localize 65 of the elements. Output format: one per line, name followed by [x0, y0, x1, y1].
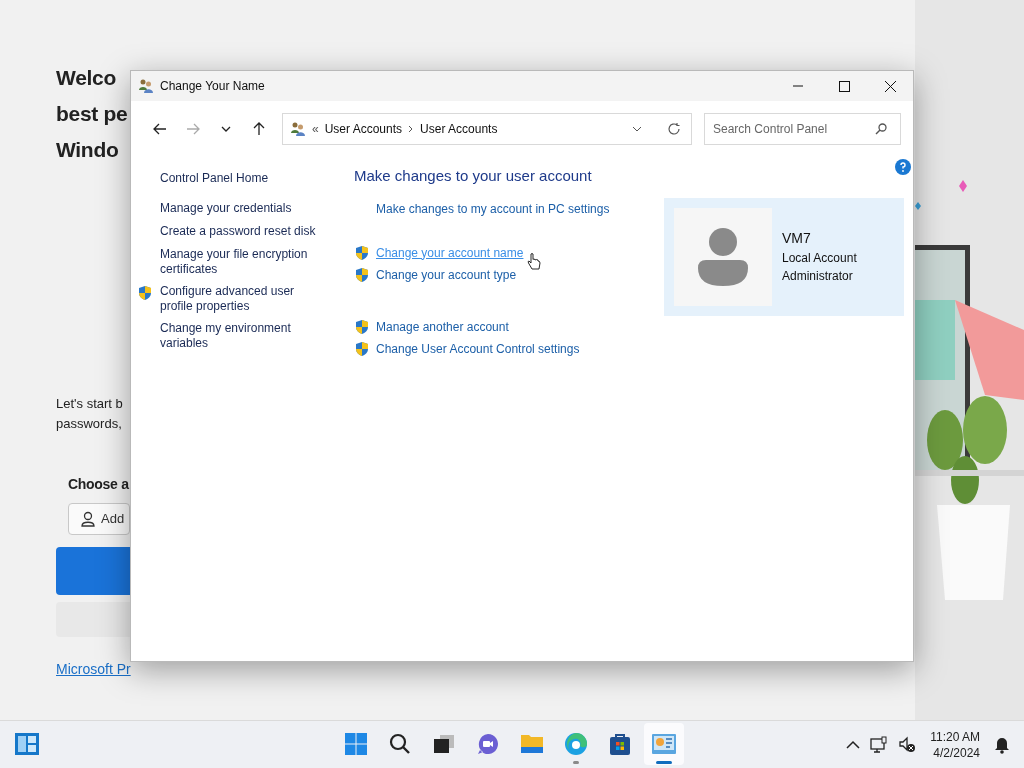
close-icon	[884, 80, 896, 92]
folder-icon	[520, 733, 544, 755]
side-link[interactable]: Change my environment variables	[160, 321, 320, 351]
side-link[interactable]: Configure advanced user profile properties	[160, 284, 320, 314]
forward-arrow-icon	[184, 121, 201, 137]
side-link[interactable]: Manage your file encryption certificates	[160, 247, 320, 277]
shield-icon	[354, 266, 370, 283]
users-icon	[290, 121, 306, 137]
refresh-icon[interactable]	[667, 122, 681, 136]
hand-cursor-icon	[527, 253, 541, 271]
help-icon[interactable]	[895, 159, 911, 175]
breadcrumb-item[interactable]: User Accounts	[420, 120, 498, 138]
side-link[interactable]: Manage your credentials	[160, 201, 320, 216]
task-view-icon	[433, 734, 455, 754]
breadcrumb-item[interactable]: User Accounts	[324, 120, 403, 138]
chat-icon	[477, 733, 499, 755]
task-link[interactable]: Change your account name	[376, 243, 524, 262]
search-icon	[875, 123, 887, 135]
task-link[interactable]: Change User Account Control settings	[376, 339, 580, 358]
account-type: Local Account	[782, 250, 857, 267]
running-indicator	[573, 761, 579, 764]
windows-logo-icon	[344, 732, 368, 756]
intro-text: passwords,	[56, 415, 122, 433]
widgets-icon[interactable]	[14, 732, 40, 756]
control-panel-icon	[651, 733, 677, 755]
users-icon	[138, 78, 154, 94]
notification-bell-icon[interactable]	[994, 735, 1010, 754]
page-heading: Welco	[56, 65, 116, 91]
address-bar[interactable]: « User Accounts User Accounts	[282, 113, 692, 145]
clock-time[interactable]: 11:20 AM	[930, 728, 980, 745]
page-heading: Windo	[56, 137, 119, 163]
side-link[interactable]: Create a password reset disk	[160, 224, 320, 239]
chevron-up-icon[interactable]	[846, 739, 861, 750]
minimize-icon	[793, 85, 803, 87]
task-link[interactable]: Make changes to my account in PC settings	[376, 199, 610, 218]
account-name: VM7	[782, 229, 812, 248]
privacy-link[interactable]: Microsoft Pr	[56, 659, 131, 680]
network-icon[interactable]	[870, 735, 889, 754]
volume-muted-icon[interactable]	[898, 735, 917, 754]
search-field[interactable]: Search Control Panel	[704, 113, 901, 145]
person-silhouette-icon	[698, 227, 748, 286]
browser-icon	[564, 732, 588, 756]
breadcrumb-overflow[interactable]: «	[312, 120, 319, 138]
shield-icon	[137, 285, 153, 301]
intro-text: Let's start b	[56, 395, 123, 413]
shield-icon	[354, 340, 370, 357]
add-profile-button[interactable]: Add	[68, 503, 130, 535]
account-role: Administrator	[782, 268, 854, 285]
task-link[interactable]: Change your account type	[376, 265, 517, 284]
person-icon	[81, 511, 95, 527]
maximize-icon	[838, 80, 850, 92]
clock-date[interactable]: 4/2/2024	[933, 744, 980, 761]
breadcrumb-separator-icon	[408, 125, 415, 133]
window-title: Change Your Name	[160, 78, 265, 95]
side-link[interactable]: Control Panel Home	[160, 171, 320, 186]
back-arrow-icon	[151, 121, 168, 137]
shield-icon	[354, 244, 370, 261]
page-heading: best pe	[56, 101, 128, 127]
task-link[interactable]: Manage another account	[376, 317, 509, 336]
shield-icon	[354, 318, 370, 335]
search-icon	[389, 733, 411, 755]
store-icon	[608, 732, 632, 756]
page-heading: Make changes to your user account	[354, 166, 592, 186]
running-indicator	[656, 761, 672, 764]
section-heading: Choose a	[68, 475, 129, 494]
